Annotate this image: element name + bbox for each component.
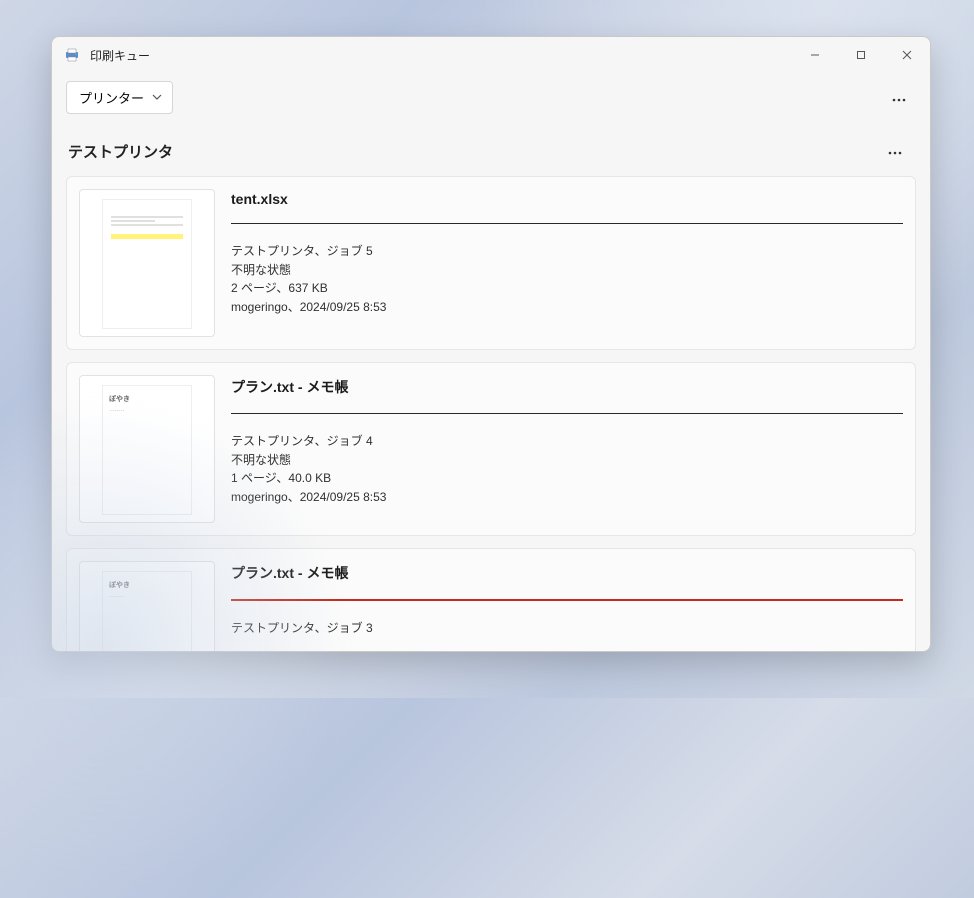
print-queue-window: 印刷キュー プリンター テストプリンタ [51, 36, 931, 652]
window-title: 印刷キュー [90, 47, 150, 64]
window-controls [792, 37, 930, 73]
job-owner-time: mogeringo、2024/09/25 8:53 [231, 488, 903, 507]
job-meta: テストプリンタ、ジョブ 5不明な状態2 ページ、637 KBmogeringo、… [231, 242, 903, 316]
ellipsis-icon [888, 142, 902, 160]
job-separator [231, 599, 903, 601]
job-card[interactable]: tent.xlsx テストプリンタ、ジョブ 5不明な状態2 ページ、637 KBm… [66, 176, 916, 350]
printer-section-header: テストプリンタ [52, 118, 930, 176]
job-printer-line: テストプリンタ、ジョブ 4 [231, 432, 903, 451]
job-body: tent.xlsx テストプリンタ、ジョブ 5不明な状態2 ページ、637 KBm… [231, 189, 903, 337]
toolbar-more-button[interactable] [882, 83, 916, 113]
minimize-button[interactable] [792, 37, 838, 73]
job-card[interactable]: ぼやき........プラン.txt - メモ帳テストプリンタ、ジョブ 4不明な… [66, 362, 916, 536]
job-pages-size: 1 ページ、40.0 KB [231, 469, 903, 488]
titlebar[interactable]: 印刷キュー [52, 37, 930, 73]
chevron-down-icon [152, 90, 162, 105]
printer-dropdown[interactable]: プリンター [66, 81, 173, 114]
job-owner-time: mogeringo、2024/09/25 8:53 [231, 298, 903, 317]
job-separator [231, 413, 903, 414]
printer-name: テストプリンタ [68, 141, 173, 162]
job-card[interactable]: ぼやき........プラン.txt - メモ帳テストプリンタ、ジョブ 3 [66, 548, 916, 651]
job-pages-size: 2 ページ、637 KB [231, 279, 903, 298]
maximize-button[interactable] [838, 37, 884, 73]
job-filename: プラン.txt - メモ帳 [231, 375, 903, 397]
job-printer-line: テストプリンタ、ジョブ 5 [231, 242, 903, 261]
printer-app-icon [64, 47, 80, 63]
job-body: プラン.txt - メモ帳テストプリンタ、ジョブ 4不明な状態1 ページ、40.… [231, 375, 903, 523]
job-list[interactable]: tent.xlsxテストプリンタ、ジョブ 5不明な状態2 ページ、637 KBm… [52, 176, 930, 651]
job-meta: テストプリンタ、ジョブ 3 [231, 619, 903, 638]
job-filename: プラン.txt - メモ帳 [231, 561, 903, 583]
close-button[interactable] [884, 37, 930, 73]
job-filename: tent.xlsx [231, 189, 903, 207]
toolbar: プリンター [52, 73, 930, 118]
printer-more-button[interactable] [878, 136, 912, 166]
job-printer-line: テストプリンタ、ジョブ 3 [231, 619, 903, 638]
job-thumbnail: ぼやき........ [79, 375, 215, 523]
job-meta: テストプリンタ、ジョブ 4不明な状態1 ページ、40.0 KBmogeringo… [231, 432, 903, 506]
job-status: 不明な状態 [231, 451, 903, 470]
job-thumbnail [79, 189, 215, 337]
job-body: プラン.txt - メモ帳テストプリンタ、ジョブ 3 [231, 561, 903, 651]
job-thumbnail: ぼやき........ [79, 561, 215, 651]
printer-dropdown-label: プリンター [79, 88, 144, 107]
job-status: 不明な状態 [231, 261, 903, 280]
job-separator [231, 223, 903, 224]
ellipsis-icon [892, 89, 906, 107]
